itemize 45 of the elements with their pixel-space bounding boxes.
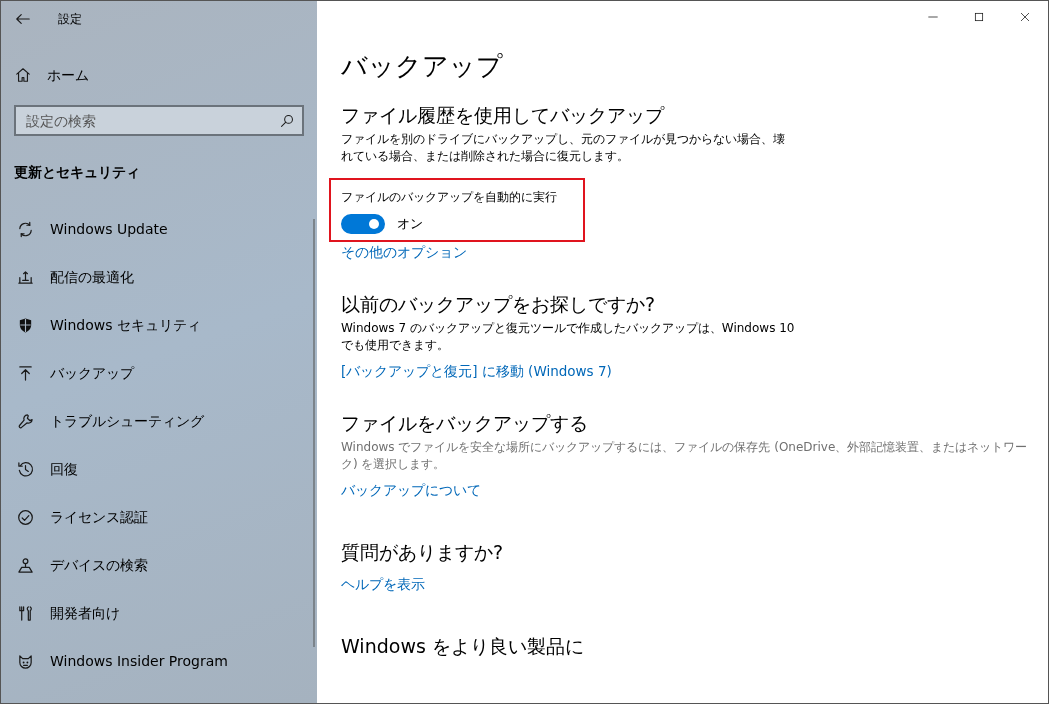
sidebar-item[interactable]: トラブルシューティング [1,397,317,445]
toggle-switch[interactable] [341,214,385,234]
upload-tray-icon [17,268,34,286]
shield-icon [17,316,34,334]
sidebar-item[interactable]: デバイスの検索 [1,541,317,589]
back-arrow-icon [15,11,31,27]
sidebar-item[interactable]: 回復 [1,445,317,493]
sidebar-heading: 更新とセキュリティ [14,163,141,182]
maximize-icon [973,11,985,23]
wrench-icon [17,412,34,430]
section-description: ファイルを別のドライブにバックアップし、元のファイルが見つからない場合、壊れている場合、または削除された場合に復元します。 [341,131,786,165]
page-title: バックアップ [341,51,504,83]
sidebar-item[interactable]: Windows Insider Program [1,637,317,685]
section-heading: 質問がありますか? [341,540,505,564]
cat-icon [17,652,34,670]
section-heading: Windows をより良い製品に [341,635,585,659]
toggle-label: ファイルのバックアップを自動的に実行 [341,189,557,206]
section-description: Windows 7 のバックアップと復元ツールで作成したバックアップは、Windows 10 でも使用できます。 [341,319,796,354]
section-heading: ファイルをバックアップする [341,411,589,435]
section-heading: ファイル履歴を使用してバックアップ [341,104,666,127]
toggle-state: オン [397,215,423,234]
scrollbar-thumb[interactable] [313,219,315,647]
upload-arrow-icon [17,364,34,382]
search-field[interactable]: 設定の検索 [14,105,304,136]
search-icon [280,114,294,128]
close-icon [1019,11,1031,23]
history-icon [17,460,34,478]
link[interactable]: ヘルプを表示 [341,574,425,595]
sync-icon [17,220,34,238]
link[interactable]: [バックアップと復元] に移動 (Windows 7) [341,360,612,382]
link[interactable]: バックアップについて [341,479,481,500]
section-heading: 以前のバックアップをお探しですか? [341,293,657,316]
section-description: Windows でファイルを安全な場所にバックアップするには、ファイルの保存先 (OneDrive、外部記憶装置、またはネットワーク) を選択します。 [341,438,1029,473]
home-nav-item[interactable]: ホーム [1,59,317,91]
sidebar-item[interactable]: 開発者向け [1,589,317,637]
home-icon [15,67,31,83]
link[interactable]: その他のオプション [341,242,467,263]
tools-icon [17,604,34,622]
check-circle-icon [17,508,34,526]
sidebar-item[interactable]: 配信の最適化 [1,253,317,301]
person-icon [17,556,34,574]
sidebar-item[interactable]: Windows Update [1,205,317,253]
sidebar-item[interactable]: ライセンス認証 [1,493,317,541]
window-title: 設定 [58,11,82,28]
sidebar-item[interactable]: バックアップ [1,349,317,397]
